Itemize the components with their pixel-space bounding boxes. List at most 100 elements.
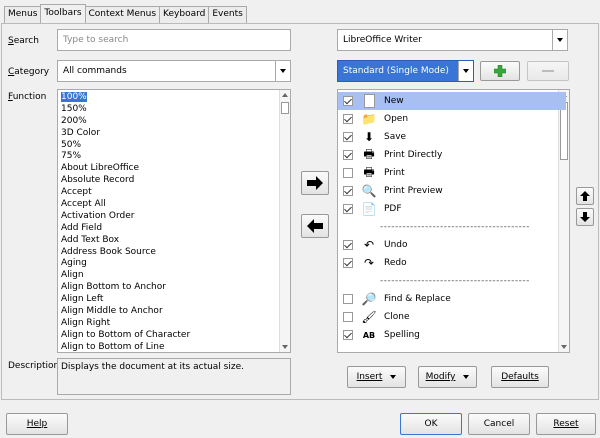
function-list-item[interactable]: 3D Color [58, 128, 290, 140]
function-list-item[interactable]: Aging [58, 258, 290, 270]
modify-button[interactable]: Modify [418, 366, 477, 388]
tab-context-menus[interactable]: Context Menus [84, 6, 161, 23]
reset-button[interactable]: Reset [536, 413, 596, 435]
toolbar-item-label: Print Preview [384, 186, 443, 196]
toolbar-contents-list[interactable]: New 📁 Open ⬇ Save 🖶 Print Directly 🖶 Print 🔍 Print… [337, 89, 570, 353]
application-select[interactable]: LibreOffice Writer [337, 29, 568, 51]
function-list-item[interactable]: Align Right [58, 318, 290, 330]
remove-toolbar-button[interactable] [527, 61, 569, 81]
toolbar-item[interactable]: AB Spelling [338, 326, 566, 344]
separator[interactable]: ---------------------------------------- [380, 344, 530, 352]
function-list-item[interactable]: Accept All [58, 199, 290, 211]
function-list-item[interactable]: Activation Order [58, 211, 290, 223]
function-list-item[interactable]: Align Middle to Anchor [58, 306, 290, 318]
toolbar-item-label: Open [384, 114, 409, 124]
toolbar-item-checkbox[interactable] [343, 240, 353, 250]
scroll-up-icon[interactable] [282, 93, 288, 97]
toolbar-item-checkbox[interactable] [343, 168, 353, 178]
function-item-label: Accept [61, 187, 92, 198]
function-list-item[interactable]: Align to Bottom of Character [58, 330, 290, 342]
function-list-item[interactable]: Accept [58, 187, 290, 199]
separator[interactable]: ---------------------------------------- [380, 218, 530, 236]
toolbar-item-checkbox[interactable] [343, 96, 353, 106]
toolbar-item-checkbox[interactable] [343, 330, 353, 340]
category-select[interactable]: All commands [57, 60, 291, 82]
function-list-item[interactable]: 150% [58, 104, 290, 116]
search-input[interactable]: Type to search [57, 29, 291, 51]
toolbar-item[interactable]: New [338, 92, 566, 110]
function-list-item[interactable]: Address Book Source [58, 247, 290, 259]
toolbar-item[interactable]: ↷ Redo [338, 254, 566, 272]
toolbar-item[interactable]: 📁 Open [338, 110, 566, 128]
function-item-label: Align [61, 270, 84, 281]
function-list-item[interactable]: 200% [58, 116, 290, 128]
function-item-label: 75% [61, 151, 82, 162]
folder-open-icon: 📁 [361, 112, 377, 126]
move-up-button[interactable] [576, 187, 594, 205]
chevron-down-icon [458, 61, 473, 81]
toolbar-item[interactable]: 🖶 Print Directly [338, 146, 566, 164]
modify-label: Modify [425, 372, 456, 382]
function-list-item[interactable]: Align [58, 270, 290, 282]
scrollbar-thumb[interactable] [281, 102, 289, 114]
function-scrollbar[interactable] [279, 90, 290, 352]
function-list-item[interactable]: Add Text Box [58, 235, 290, 247]
cancel-label: Cancel [483, 419, 515, 429]
function-item-label: Absolute Record [61, 175, 135, 186]
function-list-item[interactable]: Align to Bottom of Line [58, 342, 290, 352]
function-list[interactable]: 100% 150% 200% 3D Color 50% 75% About LibreOff… [57, 89, 291, 353]
function-list-item[interactable]: Add Field [58, 223, 290, 235]
separator[interactable]: ---------------------------------------- [380, 272, 530, 290]
tab-keyboard[interactable]: Keyboard [159, 6, 210, 23]
function-list-item[interactable]: About LibreOffice [58, 163, 290, 175]
defaults-button[interactable]: Defaults [491, 366, 549, 388]
function-item-label: Accept All [61, 199, 106, 210]
tab-toolbars[interactable]: Toolbars [40, 4, 86, 23]
toolbar-item[interactable]: ↶ Undo [338, 236, 566, 254]
toolbar-item-checkbox[interactable] [343, 258, 353, 268]
cancel-button[interactable]: Cancel [468, 413, 530, 435]
function-list-item[interactable]: Absolute Record [58, 175, 290, 187]
pdf-icon: 📄 [361, 202, 377, 216]
toolbar-item[interactable]: 🖌 Clone [338, 308, 566, 326]
function-label: Function [8, 92, 47, 102]
remove-from-toolbar-button[interactable] [301, 214, 329, 238]
toolbar-item[interactable]: ⬇ Save [338, 128, 566, 146]
scroll-down-icon[interactable] [561, 345, 567, 349]
function-item-label: Activation Order [61, 210, 135, 221]
toolbar-item-checkbox[interactable] [343, 150, 353, 160]
function-item-label: Align Right [61, 317, 111, 328]
ok-label: OK [424, 419, 438, 429]
function-item-label: 200% [61, 115, 87, 126]
toolbar-item-checkbox[interactable] [343, 114, 353, 124]
toolbar-item-label: Spelling [384, 330, 420, 340]
find-replace-icon: 🔎 [361, 292, 377, 306]
function-list-item[interactable]: Align Bottom to Anchor [58, 282, 290, 294]
tab-menus[interactable]: Menus [4, 6, 42, 23]
toolbar-item-checkbox[interactable] [343, 186, 353, 196]
function-list-item[interactable]: 50% [58, 140, 290, 152]
ok-button[interactable]: OK [400, 413, 462, 435]
function-list-item[interactable]: Align Left [58, 294, 290, 306]
toolbar-item[interactable]: 🔍 Print Preview [338, 182, 566, 200]
toolbar-item-label: New [384, 96, 404, 106]
move-down-button[interactable] [576, 208, 594, 226]
toolbar-item[interactable]: 🖶 Print [338, 164, 566, 182]
toolbar-item[interactable]: 📄 PDF [338, 200, 566, 218]
scroll-down-icon[interactable] [282, 345, 288, 349]
toolbar-item-checkbox[interactable] [343, 204, 353, 214]
toolbar-item-label: Find & Replace [384, 294, 451, 304]
toolbar-item-checkbox[interactable] [343, 132, 353, 142]
function-list-item[interactable]: 100% [58, 92, 290, 104]
toolbar-item[interactable]: 🔎 Find & Replace [338, 290, 566, 308]
insert-button[interactable]: Insert [347, 366, 406, 388]
tab-events[interactable]: Events [208, 6, 247, 23]
function-list-item[interactable]: 75% [58, 151, 290, 163]
toolbar-item-checkbox[interactable] [343, 312, 353, 322]
toolbar-item-checkbox[interactable] [343, 294, 353, 304]
function-item-label: Align Middle to Anchor [61, 306, 163, 317]
add-toolbar-button[interactable] [480, 61, 520, 81]
add-to-toolbar-button[interactable] [301, 171, 329, 195]
toolbar-select[interactable]: Standard (Single Mode) [337, 60, 474, 82]
help-button[interactable]: Help [6, 413, 68, 435]
